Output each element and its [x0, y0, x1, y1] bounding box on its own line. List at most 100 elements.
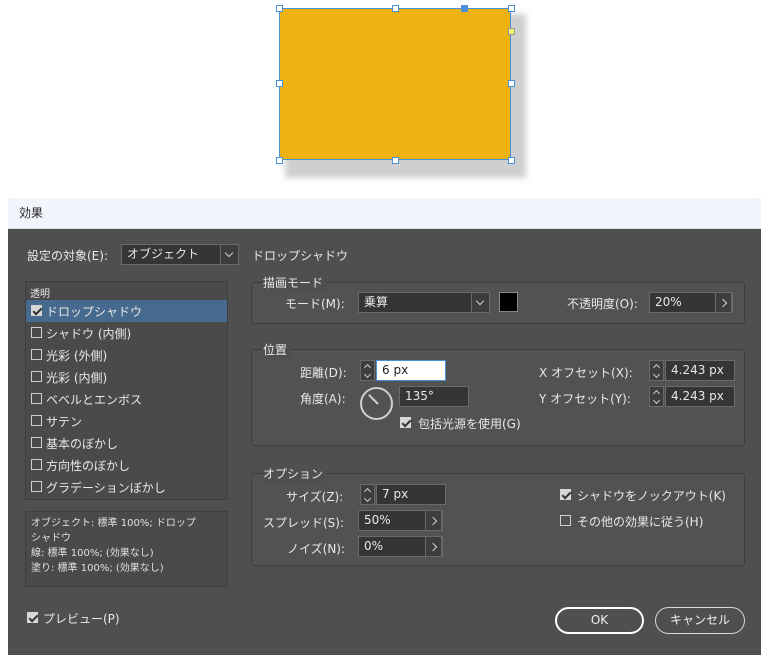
honor-others-checkbox[interactable] [560, 515, 571, 526]
checkbox-icon[interactable] [31, 327, 42, 338]
mode-label: モード(M): [285, 297, 345, 311]
angle-input[interactable]: 135° [399, 386, 469, 407]
document-canvas [0, 0, 771, 198]
handle-bottom-middle[interactable] [392, 157, 399, 164]
knockout-label: シャドウをノックアウト(K) [577, 489, 726, 503]
list-item-satin[interactable]: サテン [26, 410, 227, 432]
summary-line: 塗り: 標準 100%; (効果なし) [31, 563, 164, 574]
mode-dropdown-value: 乗算 [364, 295, 389, 309]
handle-middle-left[interactable] [276, 80, 283, 87]
handle-top-left[interactable] [276, 5, 283, 12]
spread-value: 50% [364, 513, 391, 527]
size-stepper[interactable] [360, 484, 375, 505]
blend-mode-group-title: 描画モード [263, 274, 328, 291]
handle-top-right[interactable] [508, 5, 515, 12]
list-item-inner-shadow[interactable]: シャドウ (内側) [26, 322, 227, 344]
position-group-title: 位置 [263, 341, 292, 358]
honor-others-label: その他の効果に従う(H) [577, 515, 704, 529]
target-label: 設定の対象(E): [27, 249, 108, 263]
y-offset-value: 4.243 px [671, 389, 724, 403]
effects-summary: オブジェクト: 標準 100%; ドロップ シャドウ 線: 標準 100%; (… [25, 511, 228, 587]
selected-rectangle[interactable] [279, 8, 511, 160]
ok-button[interactable]: OK [555, 607, 644, 634]
spread-input[interactable]: 50% [358, 510, 443, 531]
handle-top-middle-left[interactable] [392, 5, 399, 12]
list-item-label: 光彩 (内側) [46, 371, 108, 385]
list-item-directional-feather[interactable]: 方向性のぼかし [26, 454, 227, 476]
chevron-right-icon[interactable] [425, 510, 442, 531]
noise-input[interactable]: 0% [358, 536, 443, 557]
list-item-label: グラデーションぼかし [46, 481, 166, 495]
global-light-checkbox[interactable] [400, 417, 411, 428]
checkbox-icon[interactable] [31, 371, 42, 382]
spread-label: スプレッド(S): [263, 516, 345, 530]
chevron-down-icon [471, 292, 490, 313]
handle-bottom-left[interactable] [276, 157, 283, 164]
distance-label: 距離(D): [300, 366, 347, 380]
distance-input[interactable]: 6 px [376, 360, 446, 381]
list-item-inner-glow[interactable]: 光彩 (内側) [26, 366, 227, 388]
list-item-gradient-feather[interactable]: グラデーションぼかし [26, 476, 227, 498]
section-header: ドロップシャドウ [252, 249, 349, 263]
effects-list: 透明 ドロップシャドウ シャドウ (内側) 光彩 (外側) 光彩 (内側) ベベ… [25, 281, 228, 500]
list-item-drop-shadow[interactable]: ドロップシャドウ [26, 300, 227, 322]
y-offset-label: Y オフセット(Y): [539, 392, 631, 406]
checkbox-icon[interactable] [31, 459, 42, 470]
chevron-right-icon[interactable] [715, 292, 732, 313]
handle-middle-right[interactable] [508, 80, 515, 87]
checkbox-icon[interactable] [31, 415, 42, 426]
summary-line: 線: 標準 100%; (効果なし) [31, 548, 154, 559]
angle-dial-needle [368, 394, 379, 405]
effects-category: 透明 [30, 289, 50, 300]
size-input[interactable]: 7 px [376, 484, 446, 505]
list-item-label: 基本のぼかし [46, 437, 119, 451]
angle-dial-icon[interactable] [360, 387, 393, 420]
preview-checkbox[interactable] [27, 612, 38, 623]
noise-label: ノイズ(N): [287, 542, 346, 556]
dialog-title: 効果 [8, 198, 761, 229]
list-item-outer-glow[interactable]: 光彩 (外側) [26, 344, 227, 366]
list-item-bevel-emboss[interactable]: ベベルとエンボス [26, 388, 227, 410]
list-item-label: ベベルとエンボス [46, 393, 143, 407]
handle-center-point[interactable] [461, 5, 468, 12]
size-label: サイズ(Z): [286, 490, 344, 504]
x-offset-input[interactable]: 4.243 px [665, 360, 735, 381]
list-item-label: 光彩 (外側) [46, 349, 108, 363]
checkbox-icon[interactable] [31, 437, 42, 448]
list-item-basic-feather[interactable]: 基本のぼかし [26, 432, 227, 454]
mode-dropdown[interactable]: 乗算 [358, 292, 490, 313]
knockout-checkbox[interactable] [560, 489, 571, 500]
summary-line: シャドウ [31, 533, 71, 544]
opacity-input[interactable]: 20% [649, 292, 733, 313]
target-dropdown[interactable]: オブジェクト [121, 244, 239, 265]
preview-label: プレビュー(P) [43, 612, 120, 626]
distance-value: 6 px [382, 363, 409, 377]
handle-bottom-right[interactable] [508, 157, 515, 164]
opacity-label: 不透明度(O): [567, 297, 638, 311]
options-group-title: オプション [263, 465, 328, 482]
list-item-label: ドロップシャドウ [46, 305, 143, 319]
checkbox-icon[interactable] [31, 393, 42, 404]
checkbox-icon[interactable] [31, 349, 42, 360]
y-offset-stepper[interactable] [649, 386, 664, 407]
list-item-label: サテン [46, 415, 83, 429]
chevron-right-icon[interactable] [425, 536, 442, 557]
corner-widget-handle[interactable] [508, 28, 515, 35]
angle-label: 角度(A): [300, 392, 346, 406]
target-dropdown-value: オブジェクト [127, 247, 200, 261]
shadow-color-swatch[interactable] [499, 292, 518, 312]
y-offset-input[interactable]: 4.243 px [665, 386, 735, 407]
list-item-label: 方向性のぼかし [46, 459, 131, 473]
angle-value: 135° [405, 389, 434, 403]
list-item-label: シャドウ (内側) [46, 327, 132, 341]
effects-dialog: 効果 設定の対象(E): オブジェクト ドロップシャドウ 透明 ドロップシャドウ… [8, 198, 761, 655]
size-value: 7 px [382, 487, 409, 501]
x-offset-stepper[interactable] [649, 360, 664, 381]
x-offset-value: 4.243 px [671, 363, 724, 377]
distance-stepper[interactable] [360, 360, 375, 381]
cancel-button[interactable]: キャンセル [655, 607, 745, 634]
checkbox-icon[interactable] [31, 305, 42, 316]
checkbox-icon[interactable] [31, 481, 42, 492]
opacity-value: 20% [655, 295, 682, 309]
x-offset-label: X オフセット(X): [539, 366, 633, 380]
